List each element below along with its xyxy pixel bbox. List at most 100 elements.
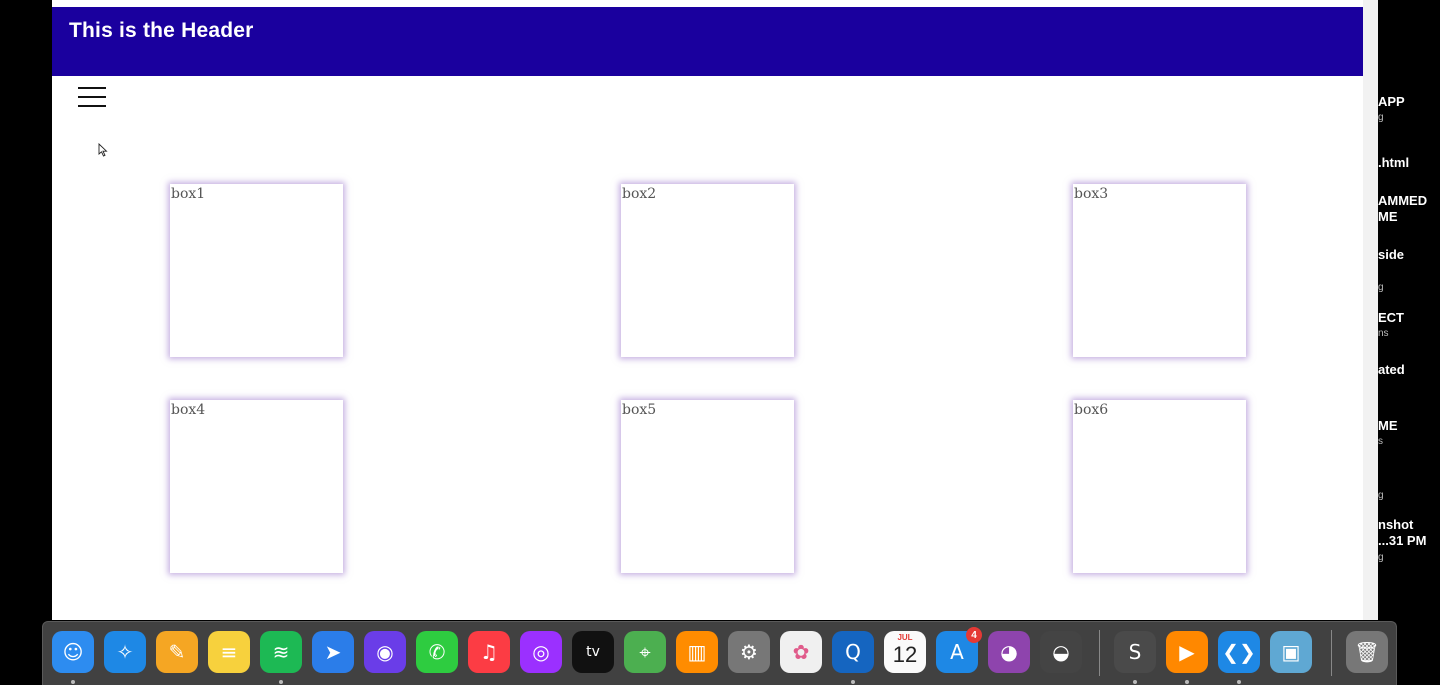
- calendar-day: 12: [892, 642, 918, 667]
- list-item-title: ME: [1378, 418, 1398, 433]
- safari-icon[interactable]: ✧: [104, 631, 146, 673]
- dock-glyph: A: [950, 640, 964, 664]
- pages-icon[interactable]: ✎: [156, 631, 198, 673]
- running-indicator: [279, 680, 283, 684]
- background-list-item[interactable]: APP g: [1378, 94, 1405, 126]
- github-desktop-icon[interactable]: ◕: [988, 631, 1030, 673]
- running-indicator: [1237, 680, 1241, 684]
- box-6: box6: [1073, 400, 1246, 573]
- background-list-item[interactable]: g: [1378, 550, 1384, 566]
- box-1: box1: [170, 184, 343, 357]
- background-window-list: APP g .html AMMED ME side g ECT ns ated …: [1378, 0, 1440, 620]
- podcasts-icon[interactable]: ◎: [520, 631, 562, 673]
- trash-icon[interactable]: 🗑: [1346, 631, 1388, 673]
- sublime-text-icon[interactable]: S: [1114, 631, 1156, 673]
- spotify-icon[interactable]: ≋: [260, 631, 302, 673]
- box-2: box2: [621, 184, 794, 357]
- dock-glyph: ➤: [324, 640, 342, 664]
- dock-glyph: ◎: [532, 640, 550, 664]
- dock-glyph: tv: [586, 644, 600, 660]
- background-list-item[interactable]: ECT ns: [1378, 310, 1404, 342]
- dock-glyph: ✧: [116, 640, 134, 664]
- list-item-title: nshot: [1378, 517, 1414, 532]
- dock-glyph: ✆: [428, 640, 446, 664]
- list-item-title-line2: ...31 PM: [1378, 533, 1427, 548]
- notes-icon[interactable]: ≡: [208, 631, 250, 673]
- background-list-item[interactable]: ME s: [1378, 418, 1398, 450]
- list-item-subtitle: g: [1378, 282, 1384, 293]
- list-item-title: ECT: [1378, 310, 1404, 325]
- hamburger-line: [78, 96, 106, 98]
- music-icon[interactable]: ♫: [468, 631, 510, 673]
- finder-icon[interactable]: ☺: [52, 631, 94, 673]
- background-list-item[interactable]: ated: [1378, 362, 1405, 378]
- sunglasses-icon[interactable]: ◒: [1040, 631, 1082, 673]
- list-item-subtitle: g: [1378, 112, 1384, 123]
- box-3: box3: [1073, 184, 1246, 357]
- mouse-pointer-icon: [98, 143, 108, 157]
- siri-icon[interactable]: ◉: [364, 631, 406, 673]
- list-item-title: ated: [1378, 362, 1405, 377]
- background-list-item[interactable]: g: [1378, 280, 1384, 296]
- background-list-item[interactable]: g: [1378, 488, 1384, 504]
- dock-glyph: 🗑: [1354, 640, 1380, 664]
- background-list-item[interactable]: AMMED ME: [1378, 193, 1427, 225]
- list-item-subtitle: s: [1378, 436, 1383, 447]
- dock-glyph: ✎: [168, 640, 186, 664]
- running-indicator: [1185, 680, 1189, 684]
- dock-glyph: ≡: [220, 640, 238, 664]
- background-list-item[interactable]: side: [1378, 247, 1404, 263]
- desktop: This is the Header box1 box2 box3 box4 b…: [0, 0, 1440, 685]
- dock-glyph: ▶: [1179, 640, 1195, 664]
- dock-glyph: ◉: [376, 640, 394, 664]
- calendar-icon[interactable]: JUL 12: [884, 631, 926, 673]
- spark-icon[interactable]: ➤: [312, 631, 354, 673]
- dock-glyph: ♫: [480, 640, 498, 664]
- list-item-title-line2: ME: [1378, 209, 1398, 224]
- dock-glyph: ◒: [1052, 640, 1070, 664]
- hamburger-line: [78, 105, 106, 107]
- site-header: This is the Header: [52, 7, 1363, 76]
- dock: ☺ ✧ ✎ ≡ ≋ ➤ ◉ ✆ ♫ ◎ tv ⌖ ▥ ⚙ ✿ Q JUL 12 A 4 ◕ ◒ S ▶ ❮❯ ▣ 🗑: [42, 621, 1397, 685]
- header-title: This is the Header: [69, 19, 254, 42]
- dock-glyph: ⚙: [740, 640, 758, 664]
- box-label: box6: [1074, 402, 1109, 418]
- list-item-title: side: [1378, 247, 1405, 262]
- calendar-month: JUL: [897, 633, 913, 642]
- preview-icon[interactable]: ▣: [1270, 631, 1312, 673]
- background-list-item[interactable]: nshot ...31 PM: [1378, 517, 1426, 549]
- box-label: box4: [171, 402, 206, 418]
- books-icon[interactable]: ▥: [676, 631, 718, 673]
- maps-icon[interactable]: ⌖: [624, 631, 666, 673]
- window-scrollbar[interactable]: [1363, 0, 1378, 620]
- facetime-icon[interactable]: ✆: [416, 631, 458, 673]
- quicktime-icon[interactable]: Q: [832, 631, 874, 673]
- dock-glyph: S: [1128, 640, 1142, 664]
- notification-badge: 4: [966, 627, 982, 643]
- system-preferences-icon[interactable]: ⚙: [728, 631, 770, 673]
- apple-tv-icon[interactable]: tv: [572, 631, 614, 673]
- dock-glyph: Q: [845, 640, 861, 664]
- dock-separator: [1331, 630, 1332, 676]
- dock-glyph: ▣: [1281, 640, 1301, 664]
- hamburger-menu-icon[interactable]: [78, 87, 106, 107]
- list-item-title: APP: [1378, 94, 1405, 109]
- box-label: box3: [1074, 186, 1109, 202]
- list-item-title: .html: [1378, 155, 1410, 170]
- app-store-icon[interactable]: A4: [936, 627, 982, 673]
- vlc-icon[interactable]: ▶: [1166, 631, 1208, 673]
- photos-icon[interactable]: ✿: [780, 631, 822, 673]
- hamburger-line: [78, 87, 106, 89]
- box-4: box4: [170, 400, 343, 573]
- background-list-item[interactable]: .html: [1378, 155, 1409, 171]
- running-indicator: [1133, 680, 1137, 684]
- vscode-icon[interactable]: ❮❯: [1218, 631, 1260, 673]
- browser-window: This is the Header box1 box2 box3 box4 b…: [52, 0, 1378, 620]
- list-item-title: AMMED: [1378, 193, 1428, 208]
- dock-glyph: ❮❯: [1222, 640, 1256, 664]
- dock-separator: [1099, 630, 1100, 676]
- dock-glyph: ✿: [792, 640, 810, 664]
- window-top-strip: [52, 0, 1378, 7]
- box-5: box5: [621, 400, 794, 573]
- running-indicator: [851, 680, 855, 684]
